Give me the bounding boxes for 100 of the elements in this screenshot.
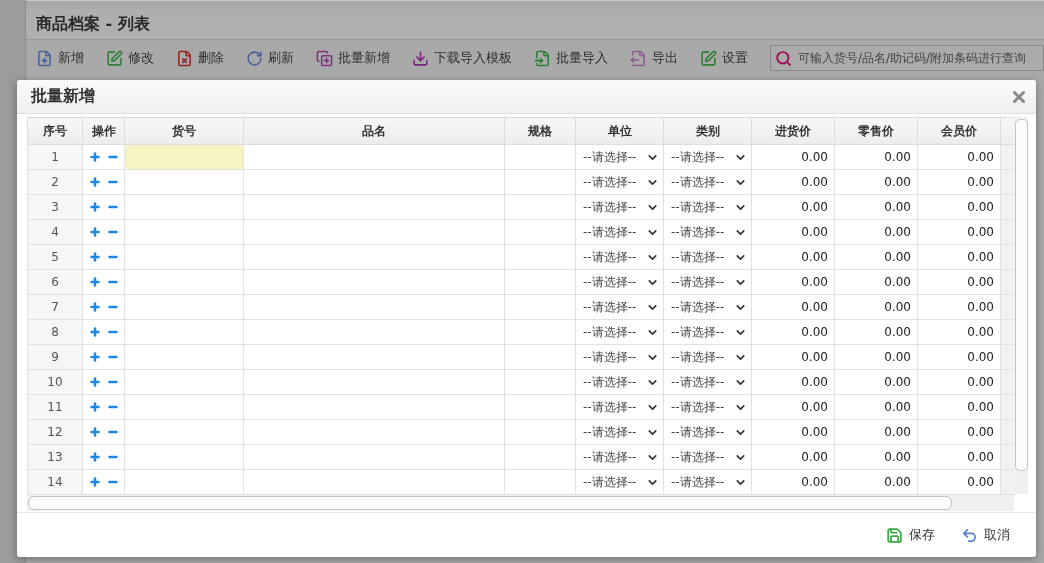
- row-number: 3: [50, 200, 60, 214]
- delete-file-icon: [176, 49, 193, 67]
- search-field[interactable]: 可输入货号/品名/助记码/附加条码进行查询: [770, 45, 1044, 71]
- add-row-icon[interactable]: [88, 351, 101, 363]
- table-cell-text: 0.00: [966, 275, 995, 289]
- select-field[interactable]: --请选择--: [576, 220, 663, 244]
- select-field[interactable]: --请选择--: [664, 420, 751, 444]
- add-row-icon[interactable]: [88, 151, 101, 163]
- table-cell-text: 0.00: [883, 325, 912, 339]
- select-field[interactable]: --请选择--: [576, 470, 663, 494]
- table-cell-text: 0.00: [800, 250, 829, 264]
- column-header: 序号: [27, 117, 83, 145]
- search-icon: [775, 49, 792, 67]
- add-row-icon[interactable]: [88, 401, 101, 413]
- vertical-scrollbar[interactable]: [1014, 119, 1028, 471]
- select-field[interactable]: --请选择--: [576, 270, 663, 294]
- add-row-icon[interactable]: [88, 276, 101, 288]
- table-cell-text: 0.00: [800, 275, 829, 289]
- column-header: 规格: [504, 117, 576, 145]
- row-number: 10: [46, 375, 64, 389]
- table-cell-text: 0.00: [966, 175, 995, 189]
- table-cell-text: 0.00: [800, 175, 829, 189]
- select-field[interactable]: --请选择--: [576, 245, 663, 269]
- add-row-icon[interactable]: [88, 426, 101, 438]
- select-field[interactable]: --请选择--: [576, 195, 663, 219]
- add-row-icon[interactable]: [88, 376, 101, 388]
- select-field[interactable]: --请选择--: [576, 370, 663, 394]
- toolbar-button[interactable]: 修改: [106, 49, 164, 67]
- add-row-icon[interactable]: [88, 251, 101, 263]
- table-cell-text: 0.00: [883, 200, 912, 214]
- horizontal-scrollbar[interactable]: [28, 496, 952, 510]
- select-field[interactable]: --请选择--: [576, 395, 663, 419]
- row-number: 2: [50, 175, 60, 189]
- download-icon: [412, 49, 429, 67]
- table-cell-text: 0.00: [883, 375, 912, 389]
- dialog-title: 批量新增: [31, 86, 95, 107]
- row-number: 1: [50, 150, 60, 164]
- table-cell-text: 0.00: [966, 300, 995, 314]
- table-cell-text: 0.00: [966, 400, 995, 414]
- save-button[interactable]: 保存: [886, 526, 935, 544]
- select-field[interactable]: --请选择--: [576, 170, 663, 194]
- add-row-icon[interactable]: [88, 176, 101, 188]
- select-field[interactable]: --请选择--: [664, 245, 751, 269]
- file-import-icon: [534, 49, 551, 67]
- select-field[interactable]: --请选择--: [664, 270, 751, 294]
- select-field[interactable]: --请选择--: [664, 345, 751, 369]
- toolbar-button[interactable]: 批量导入: [534, 49, 618, 67]
- toolbar-button[interactable]: 下载导入模板: [412, 49, 522, 67]
- table-cell-text: 0.00: [966, 375, 995, 389]
- select-field[interactable]: --请选择--: [576, 420, 663, 444]
- select-field[interactable]: --请选择--: [576, 445, 663, 469]
- select-field[interactable]: --请选择--: [576, 320, 663, 344]
- toolbar-button[interactable]: 刷新: [246, 49, 304, 67]
- select-field[interactable]: --请选择--: [576, 295, 663, 319]
- table-cell-text: 0.00: [800, 475, 829, 489]
- column-header: 单位: [575, 117, 664, 145]
- select-field[interactable]: --请选择--: [664, 470, 751, 494]
- table-cell-text: 0.00: [883, 225, 912, 239]
- add-row-icon[interactable]: [88, 326, 101, 338]
- table-cell-text: 0.00: [800, 300, 829, 314]
- select-field[interactable]: --请选择--: [576, 145, 663, 169]
- table-cell-text: 0.00: [800, 325, 829, 339]
- toolbar-button[interactable]: 删除: [176, 49, 234, 67]
- add-row-icon[interactable]: [88, 476, 101, 488]
- toolbar-button[interactable]: 新增: [36, 49, 94, 67]
- table-cell-text: 0.00: [883, 300, 912, 314]
- undo-icon: [961, 526, 978, 544]
- add-row-icon[interactable]: [88, 201, 101, 213]
- add-row-icon[interactable]: [88, 451, 101, 463]
- select-field[interactable]: --请选择--: [664, 145, 751, 169]
- file-export-icon: [630, 49, 647, 67]
- select-field[interactable]: --请选择--: [664, 320, 751, 344]
- table-cell-text: 0.00: [800, 150, 829, 164]
- row-number: 8: [50, 325, 60, 339]
- select-field[interactable]: --请选择--: [664, 370, 751, 394]
- toolbar-button[interactable]: 设置: [700, 49, 758, 67]
- select-field[interactable]: --请选择--: [664, 295, 751, 319]
- input-field[interactable]: [125, 145, 243, 169]
- select-field[interactable]: --请选择--: [664, 220, 751, 244]
- table-cell-text: 0.00: [883, 425, 912, 439]
- table-cell-text: 0.00: [966, 475, 995, 489]
- select-field[interactable]: --请选择--: [664, 195, 751, 219]
- copy-plus-icon: [316, 49, 333, 67]
- row-number: 5: [50, 250, 60, 264]
- edit-icon: [700, 49, 717, 67]
- select-field[interactable]: --请选择--: [664, 445, 751, 469]
- cancel-button[interactable]: 取消: [961, 526, 1010, 544]
- column-header: 会员价: [917, 117, 1001, 145]
- add-row-icon[interactable]: [88, 301, 101, 313]
- add-row-icon[interactable]: [88, 226, 101, 238]
- select-field[interactable]: --请选择--: [576, 345, 663, 369]
- toolbar-button[interactable]: 导出: [630, 49, 688, 67]
- table-cell-text: 0.00: [800, 350, 829, 364]
- row-number: 9: [50, 350, 60, 364]
- toolbar-button[interactable]: 批量新增: [316, 49, 400, 67]
- select-field[interactable]: --请选择--: [664, 170, 751, 194]
- table-cell-text: 0.00: [966, 325, 995, 339]
- table-cell-text: 0.00: [883, 475, 912, 489]
- row-number: 12: [46, 425, 64, 439]
- select-field[interactable]: --请选择--: [664, 395, 751, 419]
